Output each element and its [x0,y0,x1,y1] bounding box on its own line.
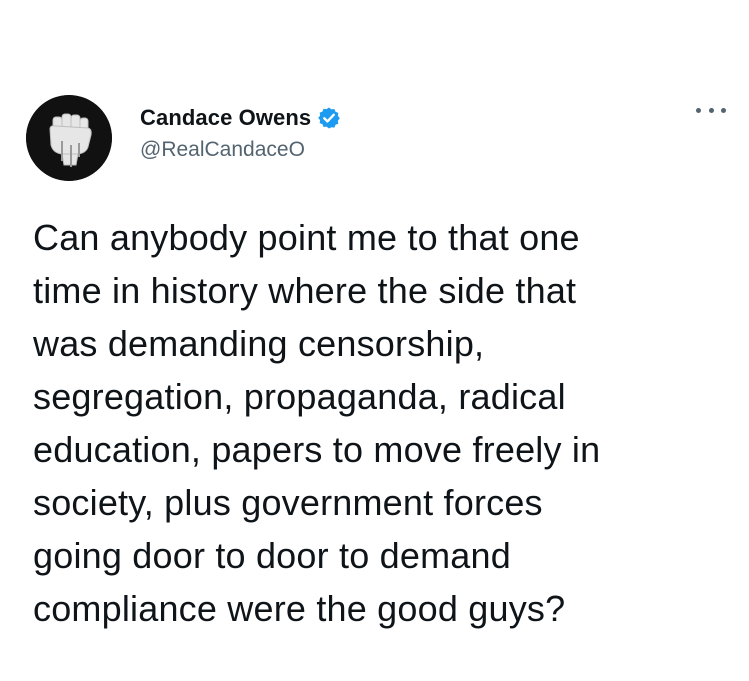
avatar[interactable] [26,95,112,181]
author-display-name[interactable]: Candace Owens [140,105,311,131]
verified-badge-icon [317,106,341,130]
more-options-icon[interactable] [696,100,726,120]
author-handle[interactable]: @RealCandaceO [140,138,305,162]
more-dot [708,107,714,113]
tweet-card: Candace Owens @RealCandaceO Can anybody … [0,0,749,681]
author-name-row: Candace Owens [140,103,341,133]
raised-fist-icon [26,95,112,181]
tweet-header: Candace Owens @RealCandaceO [26,95,726,185]
more-dot [696,107,701,113]
more-dot [721,107,726,113]
tweet-text: Can anybody point me to that one time in… [33,217,601,629]
